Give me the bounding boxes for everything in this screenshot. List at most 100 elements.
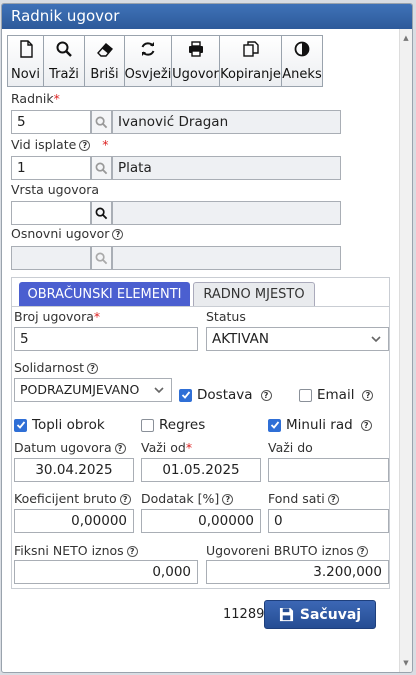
novi-label: Novi <box>11 67 40 82</box>
aneks-button[interactable]: Aneks <box>281 35 323 87</box>
novi-button[interactable]: Novi <box>7 35 44 87</box>
help-icon: ? <box>360 419 372 431</box>
search-icon <box>95 252 108 264</box>
scroll-down-icon[interactable]: ▼ <box>400 657 412 669</box>
ugovor-label: Ugovor <box>172 67 219 82</box>
koeficijent-bruto-input[interactable]: 0,00000 <box>14 509 134 533</box>
broj-ugovora-input[interactable]: 5 <box>14 327 198 351</box>
tab-radno-mjesto[interactable]: RADNO MJESTO <box>193 282 315 306</box>
radnik-label: Radnik* <box>11 91 60 106</box>
status-select[interactable]: AKTIVAN <box>206 327 389 351</box>
fond-sati-label: Fond sati? <box>268 491 339 506</box>
check-icon <box>270 421 279 429</box>
search-icon <box>56 41 72 57</box>
help-icon: ? <box>356 546 368 557</box>
topli-obrok-checkbox[interactable]: Topli obrok <box>14 417 105 433</box>
osvjezi-button[interactable]: Osvježi <box>124 35 172 87</box>
kopiranje-button[interactable]: Kopiranje <box>219 35 282 87</box>
search-icon <box>95 207 108 219</box>
solidarnost-value: PODRAZUMJEVANO <box>20 382 140 397</box>
vrsta-ugovora-label: Vrsta ugovora <box>11 182 100 197</box>
search-icon <box>95 162 108 174</box>
help-icon: ? <box>87 363 99 374</box>
save-button[interactable]: Sačuvaj <box>264 600 376 629</box>
status-label: Status <box>206 309 246 324</box>
fiksni-neto-label: Fiksni NETO iznos? <box>14 543 138 558</box>
chevron-down-icon <box>371 336 381 343</box>
brisi-label: Briši <box>90 67 119 82</box>
osnovni-ugovor-label: Osnovni ugovor? <box>11 226 124 241</box>
osnovni-ugovor-lookup-button <box>91 246 112 270</box>
osnovni-ugovor-name-field <box>112 246 341 270</box>
help-icon: ? <box>119 494 131 505</box>
help-icon: ? <box>126 546 138 557</box>
new-document-icon <box>19 40 33 58</box>
koeficijent-bruto-label: Koeficijent bruto? <box>14 491 131 506</box>
vid-isplate-name-field: Plata <box>112 156 341 180</box>
vazi-do-input[interactable] <box>268 458 389 482</box>
floppy-disk-icon <box>279 607 293 622</box>
regres-checkbox[interactable]: Regres <box>141 417 205 433</box>
trazi-label: Traži <box>49 67 79 82</box>
tab-divider <box>12 306 389 307</box>
radnik-name-field: Ivanović Dragan <box>112 110 341 134</box>
ugovoreni-bruto-input[interactable]: 3.200,000 <box>206 560 389 584</box>
osnovni-ugovor-code-input <box>11 246 91 270</box>
dodatak-label: Dodatak [%]? <box>141 491 234 506</box>
datum-ugovora-label: Datum ugovora? <box>14 440 126 455</box>
solidarnost-select[interactable]: PODRAZUMJEVANO <box>14 378 172 402</box>
radnik-lookup-button[interactable] <box>91 110 112 134</box>
help-icon: ? <box>362 389 374 401</box>
contrast-icon <box>294 41 310 57</box>
trazi-button[interactable]: Traži <box>43 35 85 87</box>
aneks-label: Aneks <box>282 67 322 82</box>
help-icon: ? <box>222 494 234 505</box>
datum-ugovora-input[interactable]: 30.04.2025 <box>14 458 134 482</box>
osvjezi-label: Osvježi <box>124 67 172 82</box>
vrsta-ugovora-lookup-button[interactable] <box>91 201 112 225</box>
fiksni-neto-input[interactable]: 0,000 <box>14 560 198 584</box>
record-id: 11289 <box>223 607 265 622</box>
dodatak-input[interactable]: 0,00000 <box>141 509 261 533</box>
email-checkbox[interactable]: Email? <box>299 387 374 403</box>
ugovoreni-bruto-label: Ugovoreni BRUTO iznos? <box>206 543 368 558</box>
copy-icon <box>242 41 259 57</box>
status-value: AKTIVAN <box>212 331 269 347</box>
save-button-label: Sačuvaj <box>299 606 362 623</box>
fond-sati-input[interactable]: 0 <box>268 509 389 533</box>
eraser-icon <box>96 43 113 57</box>
dostava-checkbox[interactable]: Dostava? <box>179 387 272 403</box>
vid-isplate-lookup-button[interactable] <box>91 156 112 180</box>
minuli-rad-checkbox[interactable]: Minuli rad? <box>268 417 372 433</box>
vid-isplate-label: Vid isplate? * <box>11 137 109 152</box>
help-icon: ? <box>327 494 339 505</box>
vazi-do-label: Važi do <box>268 440 313 455</box>
help-icon: ? <box>114 443 126 454</box>
ugovor-button[interactable]: Ugovor <box>171 35 220 87</box>
help-icon: ? <box>112 229 124 240</box>
solidarnost-label: Solidarnost? <box>14 360 99 375</box>
vrsta-ugovora-name-field <box>112 201 341 225</box>
chevron-down-icon <box>153 384 165 396</box>
vazi-od-label: Važi od* <box>141 440 193 455</box>
radnik-ugovor-window: Radnik ugovor ▲ ▼ Novi Traži Briši Osvje… <box>1 3 413 673</box>
help-icon: ? <box>260 389 272 401</box>
scroll-up-icon[interactable]: ▲ <box>400 32 412 44</box>
radnik-code-input[interactable]: 5 <box>11 110 91 134</box>
check-icon <box>16 421 25 429</box>
check-icon <box>181 391 190 399</box>
kopiranje-label: Kopiranje <box>220 67 281 82</box>
vazi-od-input[interactable]: 01.05.2025 <box>141 458 261 482</box>
help-icon: ? <box>79 140 91 151</box>
refresh-icon <box>141 42 155 56</box>
vertical-scrollbar[interactable]: ▲ ▼ <box>399 29 412 672</box>
broj-ugovora-label: Broj ugovora* <box>14 309 101 324</box>
printer-icon <box>188 41 203 57</box>
window-title: Radnik ugovor <box>2 4 412 29</box>
toolbar: Novi Traži Briši Osvježi Ugovor Kopiranj… <box>7 35 323 88</box>
brisi-button[interactable]: Briši <box>84 35 125 87</box>
tab-obracunski-elementi[interactable]: OBRAČUNSKI ELEMENTI <box>19 282 190 306</box>
vrsta-ugovora-code-input[interactable] <box>11 201 91 225</box>
vid-isplate-code-input[interactable]: 1 <box>11 156 91 180</box>
search-icon <box>95 116 108 128</box>
